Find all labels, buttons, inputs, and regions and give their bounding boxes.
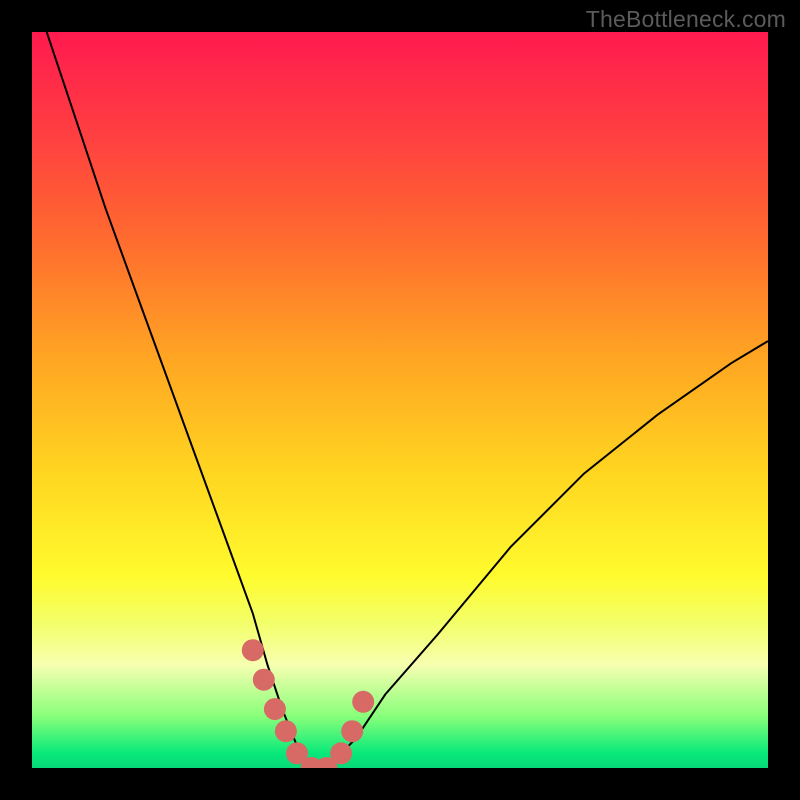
highlight-dot [242,639,264,661]
highlight-dot [330,742,352,764]
highlight-dot [341,720,363,742]
attribution-watermark: TheBottleneck.com [586,6,786,33]
bottleneck-curve [47,32,768,768]
highlight-dots-group [242,639,374,768]
highlight-dot [264,698,286,720]
plot-area [32,32,768,768]
highlight-dot [275,720,297,742]
highlight-dot [352,691,374,713]
highlight-dot [253,669,275,691]
curve-layer [32,32,768,768]
chart-stage: TheBottleneck.com [0,0,800,800]
